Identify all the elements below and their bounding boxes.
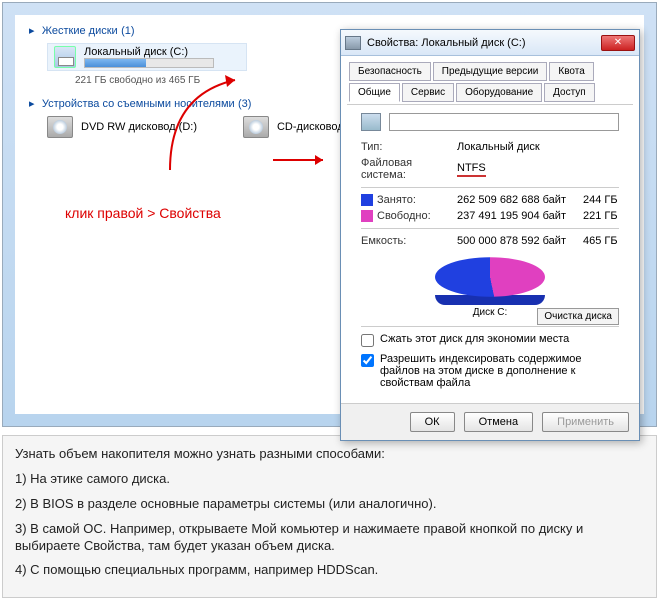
properties-dialog: Свойства: Локальный диск (C:) ✕ Безопасн…	[340, 29, 640, 441]
tab-tools[interactable]: Сервис	[402, 83, 454, 102]
type-label: Тип:	[361, 141, 451, 153]
disk-name-input[interactable]	[389, 113, 619, 131]
filesystem-label: Файловая система:	[361, 157, 451, 181]
type-value: Локальный диск	[457, 141, 577, 153]
index-checkbox[interactable]	[361, 354, 374, 367]
caption-item-3: 3) В самой ОС. Например, открываете Мой …	[15, 521, 644, 555]
dialog-tabs: Безопасность Предыдущие версии Квота Общ…	[341, 56, 639, 104]
free-bytes: 237 491 195 904 байт	[457, 210, 577, 222]
caption-item-2: 2) В BIOS в разделе основные параметры с…	[15, 496, 644, 513]
caption-intro: Узнать объем накопителя можно узнать раз…	[15, 446, 644, 463]
annotation-arrow-1	[165, 75, 265, 175]
hdd-icon	[54, 46, 76, 68]
page: ▸ Жесткие диски (1) Локальный диск (C:) …	[0, 2, 659, 573]
section-hdd-label: Жесткие диски	[42, 25, 118, 37]
screenshot-frame: ▸ Жесткие диски (1) Локальный диск (C:) …	[2, 2, 657, 427]
tab-security[interactable]: Безопасность	[349, 62, 431, 81]
compress-option[interactable]: Сжать этот диск для экономии места	[361, 333, 619, 347]
free-color-swatch	[361, 210, 373, 222]
dvd-icon	[47, 116, 73, 138]
capacity-gb: 465 ГБ	[583, 235, 633, 247]
dialog-title: Свойства: Локальный диск (C:)	[367, 37, 601, 49]
drive-icon	[345, 36, 361, 50]
index-label: Разрешить индексировать содержимое файло…	[380, 353, 619, 389]
right-click-hint: клик правой > Свойства	[65, 205, 221, 221]
explorer-area: ▸ Жесткие диски (1) Локальный диск (C:) …	[15, 15, 644, 414]
tab-previous-versions[interactable]: Предыдущие версии	[433, 62, 548, 81]
used-color-swatch	[361, 194, 373, 206]
index-option[interactable]: Разрешить индексировать содержимое файло…	[361, 353, 619, 389]
used-gb: 244 ГБ	[583, 194, 633, 206]
collapse-triangle-icon[interactable]: ▸	[29, 25, 35, 37]
dialog-footer: ОК Отмена Применить	[341, 403, 639, 440]
used-label: Занято:	[361, 194, 451, 206]
free-gb: 221 ГБ	[583, 210, 633, 222]
capacity-label: Емкость:	[361, 235, 451, 247]
dialog-titlebar[interactable]: Свойства: Локальный диск (C:) ✕	[341, 30, 639, 56]
caption-item-1: 1) На этике самого диска.	[15, 471, 644, 488]
local-disk-item[interactable]: Локальный диск (C:)	[47, 43, 247, 71]
cd-drive-item[interactable]: CD-дисковод	[277, 121, 344, 133]
compress-checkbox[interactable]	[361, 334, 374, 347]
tab-quota[interactable]: Квота	[549, 62, 593, 81]
hdd-count: (1)	[121, 25, 134, 37]
tab-hardware[interactable]: Оборудование	[456, 83, 542, 102]
tab-sharing[interactable]: Доступ	[544, 83, 595, 102]
capacity-bytes: 500 000 878 592 байт	[457, 235, 577, 247]
disk-cleanup-button[interactable]: Очистка диска	[537, 308, 619, 325]
free-label: Свободно:	[361, 210, 451, 222]
collapse-triangle-icon[interactable]: ▸	[29, 98, 35, 110]
apply-button[interactable]: Применить	[542, 412, 629, 432]
annotation-arrow-2	[273, 145, 333, 175]
local-disk-info: Локальный диск (C:)	[84, 46, 214, 68]
used-bytes: 262 509 682 688 байт	[457, 194, 577, 206]
dialog-body: Тип: Локальный диск Файловая система: NT…	[347, 104, 633, 403]
ok-button[interactable]: ОК	[410, 412, 455, 432]
tab-general[interactable]: Общие	[349, 83, 400, 102]
filesystem-value: NTFS	[457, 162, 486, 177]
close-button[interactable]: ✕	[601, 35, 635, 51]
caption-block: Узнать объем накопителя можно узнать раз…	[2, 435, 657, 598]
disk-usage-bar	[84, 58, 214, 68]
cancel-button[interactable]: Отмена	[464, 412, 533, 432]
compress-label: Сжать этот диск для экономии места	[380, 333, 569, 345]
drive-icon	[361, 113, 381, 131]
local-disk-label: Локальный диск (C:)	[84, 46, 214, 58]
